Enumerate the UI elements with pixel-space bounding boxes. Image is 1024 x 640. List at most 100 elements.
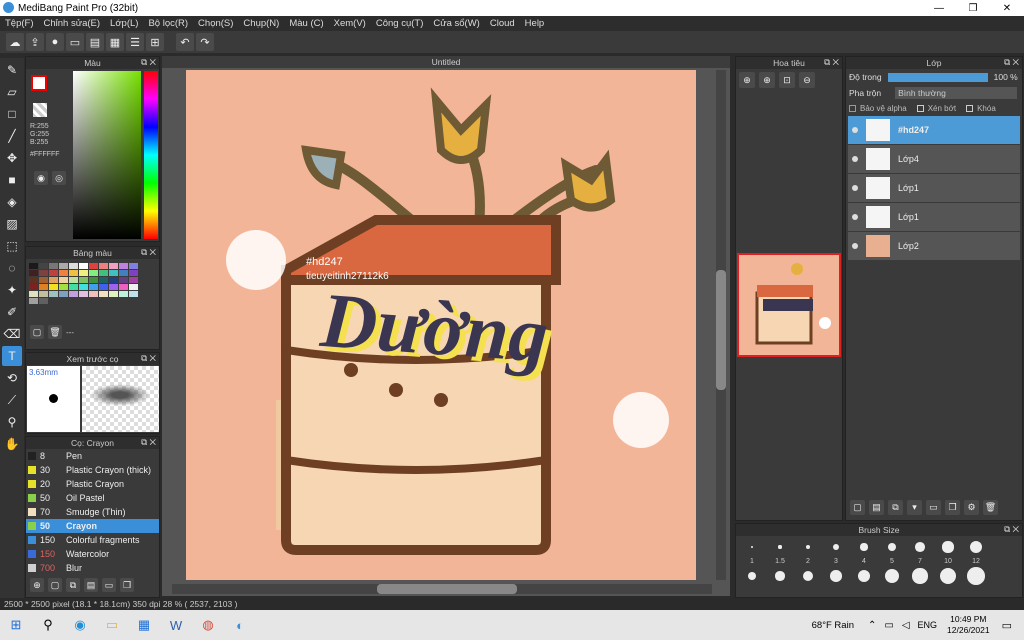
file-explorer-icon[interactable]: ▭ [98, 614, 126, 636]
color-swatch[interactable] [89, 263, 98, 269]
color-swatch[interactable] [39, 270, 48, 276]
gradient-tool-icon[interactable]: ▨ [2, 214, 22, 234]
edit-brush-icon[interactable]: ▤ [84, 578, 98, 592]
color-swatch[interactable] [99, 291, 108, 297]
notification-icon[interactable]: ▭ [1002, 619, 1012, 632]
menu-layer[interactable]: Lớp(L) [105, 18, 143, 29]
brush-size-cell[interactable]: 7 [906, 536, 934, 587]
upload-icon[interactable]: ⇪ [26, 33, 44, 51]
color-swatch[interactable] [89, 291, 98, 297]
saturation-value-picker[interactable] [73, 71, 141, 239]
volume-icon[interactable]: ◁ [902, 620, 910, 631]
color-swatch[interactable] [69, 291, 78, 297]
speech-bubble-icon[interactable]: ● [46, 33, 64, 51]
color-swatch[interactable] [49, 263, 58, 269]
brush-item[interactable]: 8 Pen [26, 449, 159, 463]
color-swatch[interactable] [129, 284, 138, 290]
color-swatch[interactable] [49, 277, 58, 283]
navigator-thumbnail[interactable] [737, 253, 841, 357]
color-swatch[interactable] [89, 277, 98, 283]
color-swatch[interactable] [89, 270, 98, 276]
edge-browser-icon[interactable]: ◉ [66, 614, 94, 636]
menu-cloud[interactable]: Cloud [485, 18, 520, 29]
color-swatch[interactable] [129, 263, 138, 269]
lock-checkbox[interactable] [966, 104, 974, 112]
color-swatch[interactable] [79, 291, 88, 297]
color-swatch[interactable] [29, 263, 38, 269]
clipping-checkbox[interactable] [916, 104, 924, 112]
maximize-button[interactable]: ❐ [956, 0, 990, 16]
layer-row[interactable]: Lớp1 [848, 203, 1020, 231]
weather-widget[interactable]: 68°F Rain [812, 620, 854, 631]
color-swatch[interactable] [129, 270, 138, 276]
foreground-color-swatch[interactable] [31, 75, 47, 91]
eraser-tool-icon[interactable]: ▱ [2, 82, 22, 102]
brush-size-cell[interactable]: 10 [934, 536, 962, 587]
color-swatch[interactable] [49, 270, 58, 276]
color-swatch[interactable] [29, 270, 38, 276]
color-swatch[interactable] [109, 277, 118, 283]
brush-item[interactable]: 150 Colorful fragments [26, 533, 159, 547]
document-tab[interactable]: Untitled [162, 56, 730, 68]
add-swatch-icon[interactable]: ▢ [30, 325, 44, 339]
move-tool-icon[interactable]: ✥ [2, 148, 22, 168]
brush-item[interactable]: 50 Oil Pastel [26, 491, 159, 505]
brush-size-cell[interactable]: 12 [962, 536, 990, 587]
comment-icon[interactable]: ▭ [66, 33, 84, 51]
brush-size-cell[interactable]: 1.5 [766, 536, 794, 587]
brush-item[interactable]: 30 Plastic Crayon (thick) [26, 463, 159, 477]
hand-tool-icon[interactable]: ✋ [2, 434, 22, 454]
palette-icon[interactable]: ◉ [34, 171, 48, 185]
list-icon[interactable]: ☰ [126, 33, 144, 51]
divide-tool-icon[interactable]: ⟋ [2, 390, 22, 410]
add-brush-icon[interactable]: ⊕ [30, 578, 44, 592]
color-swatch[interactable] [129, 291, 138, 297]
horizontal-scrollbar[interactable] [172, 584, 712, 594]
tray-chevron-icon[interactable]: ⌃ [868, 620, 876, 631]
network-icon[interactable]: ▭ [884, 620, 893, 631]
minimize-button[interactable]: — [922, 0, 956, 16]
select-pen-tool-icon[interactable]: ✐ [2, 302, 22, 322]
layer-row[interactable]: Lớp1 [848, 174, 1020, 202]
magic-wand-tool-icon[interactable]: ✦ [2, 280, 22, 300]
color-swatch[interactable] [29, 277, 38, 283]
fit-icon[interactable]: ⊡ [779, 72, 795, 88]
close-icon[interactable]: ⧉ ✕ [1004, 524, 1019, 535]
brush-item[interactable]: 20 Plastic Crayon [26, 477, 159, 491]
color-swatch[interactable] [129, 277, 138, 283]
brush-size-cell[interactable]: 5 [878, 536, 906, 587]
close-icon[interactable]: ⧉ ✕ [1004, 57, 1019, 68]
hue-slider[interactable] [144, 71, 158, 239]
undo-icon[interactable]: ↶ [176, 33, 194, 51]
color-swatch[interactable] [119, 270, 128, 276]
color-swatch[interactable] [109, 263, 118, 269]
brush-size-cell[interactable]: 1 [738, 536, 766, 587]
close-icon[interactable]: ⧉ ✕ [824, 57, 839, 68]
brush-item[interactable]: 700 Blur [26, 561, 159, 575]
zoom-out-icon[interactable]: ⊖ [799, 72, 815, 88]
menu-view[interactable]: Xem(V) [329, 18, 371, 29]
color-swatch[interactable] [79, 263, 88, 269]
menu-color[interactable]: Màu (C) [284, 18, 328, 29]
color-swatch[interactable] [39, 298, 48, 304]
menu-select[interactable]: Chọn(S) [193, 18, 238, 29]
brush-size-cell[interactable]: 3 [822, 536, 850, 587]
page-icon[interactable]: ▤ [86, 33, 104, 51]
color-swatch[interactable] [119, 291, 128, 297]
color-swatch[interactable] [69, 270, 78, 276]
store-icon[interactable]: ▦ [130, 614, 158, 636]
menu-help[interactable]: Help [520, 18, 550, 29]
vertical-scrollbar[interactable] [716, 70, 726, 580]
color-swatch[interactable] [119, 277, 128, 283]
color-swatch[interactable] [79, 270, 88, 276]
delete-swatch-icon[interactable]: 🗑 [48, 325, 62, 339]
search-icon[interactable]: ⚲ [34, 614, 62, 636]
menu-edit[interactable]: Chỉnh sửa(E) [39, 18, 106, 29]
rectangle-tool-icon[interactable]: □ [2, 104, 22, 124]
color-swatch[interactable] [59, 263, 68, 269]
color-swatch[interactable] [89, 284, 98, 290]
redo-icon[interactable]: ↷ [196, 33, 214, 51]
brush-item[interactable]: 150 Watercolor [26, 547, 159, 561]
color-swatch[interactable] [99, 263, 108, 269]
layer-row[interactable]: #hd247 [848, 116, 1020, 144]
